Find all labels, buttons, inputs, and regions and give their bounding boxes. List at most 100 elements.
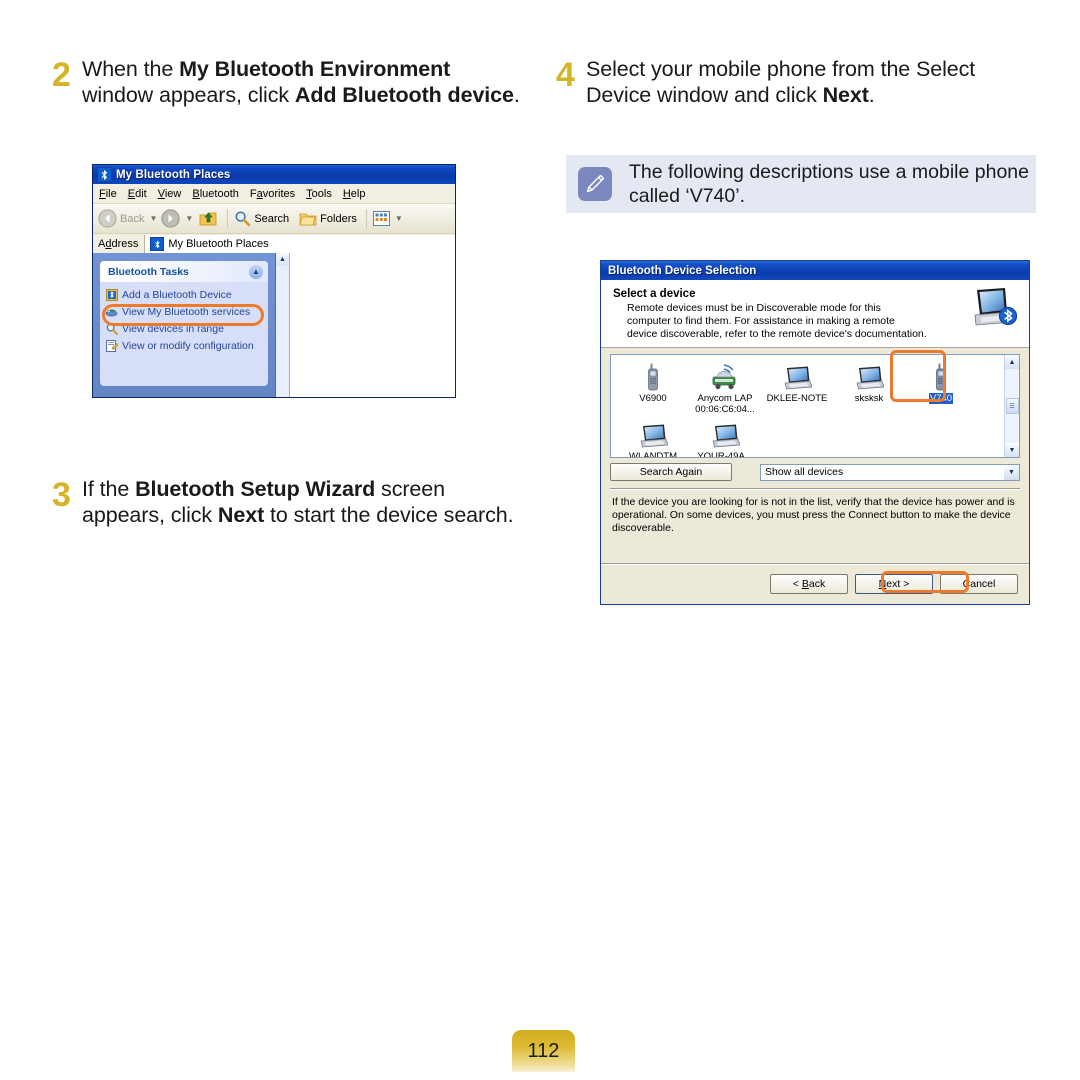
divider — [610, 488, 1020, 489]
task-add-bluetooth-device[interactable]: Add a Bluetooth Device — [105, 286, 268, 303]
configure-icon — [105, 339, 118, 352]
phone-icon — [905, 361, 977, 391]
task-view-or-modify-configuration[interactable]: View or modify configuration — [105, 337, 268, 354]
next-button[interactable]: Next > — [855, 574, 933, 594]
back-dropdown-icon[interactable]: ▼ — [149, 214, 157, 223]
address-label: Address — [98, 238, 139, 250]
toolbar-separator-2 — [365, 209, 367, 228]
device-grid: V6900 Anycom LAP 00:06:C6:04... DKLEE-NO… — [611, 355, 1004, 457]
step-4-text: Select your mobile phone from the Select… — [586, 57, 976, 107]
menu-item-view[interactable]: View — [158, 188, 182, 200]
window-titlebar: My Bluetooth Places — [93, 165, 455, 184]
device-label: WLANDTM — [628, 451, 678, 457]
dialog-body: V6900 Anycom LAP 00:06:C6:04... DKLEE-NO… — [601, 348, 1029, 535]
pencil-icon — [578, 167, 612, 201]
note-text: The following descriptions use a mobile … — [629, 161, 1029, 207]
cancel-button-label: Cancel — [962, 578, 996, 590]
scroll-up-icon[interactable]: ▲ — [276, 253, 289, 266]
bluetooth-add-icon — [105, 288, 118, 301]
device-label: V740 — [928, 393, 954, 404]
page-number-tab: 112 — [512, 1030, 575, 1072]
scroll-down-icon[interactable]: ▼ — [1005, 443, 1019, 457]
access-point-icon — [689, 361, 761, 391]
views-dropdown-icon[interactable]: ▼ — [395, 214, 403, 223]
step-3-text: If the Bluetooth Setup Wizard screen app… — [82, 477, 514, 527]
dialog-heading: Select a device — [613, 288, 696, 300]
bluetooth-tasks-list: Add a Bluetooth Device View My Bluetooth… — [100, 282, 268, 354]
services-icon — [105, 305, 118, 318]
up-button[interactable] — [197, 210, 218, 228]
folders-button[interactable]: Folders — [299, 211, 357, 227]
task-view-my-bluetooth-services[interactable]: View My Bluetooth services — [105, 303, 268, 320]
phone-icon — [617, 361, 689, 391]
menu-item-bluetooth[interactable]: Bluetooth — [192, 188, 239, 200]
dialog-description: Remote devices must be in Discoverable m… — [627, 302, 927, 340]
menu-item-tools[interactable]: Tools — [306, 188, 332, 200]
chevron-down-icon[interactable]: ▼ — [1004, 464, 1019, 480]
search-button-label: Search — [254, 212, 290, 225]
search-again-button[interactable]: Search Again — [610, 463, 732, 481]
scrollbar-thumb[interactable]: ☰ — [1005, 398, 1019, 414]
menu-item-help[interactable]: Help — [343, 188, 366, 200]
note-callout: The following descriptions use a mobile … — [566, 155, 1036, 213]
menu-item-edit[interactable]: Edit — [128, 188, 147, 200]
explorer-bar: Bluetooth Tasks ▲ Add a Bluetooth Device — [93, 253, 275, 397]
explorer-bar-scrollbar[interactable]: ▲ — [275, 253, 289, 397]
toolbar-separator — [227, 209, 229, 228]
step-4-number: 4 — [556, 56, 575, 94]
device-filter-combo[interactable]: Show all devices ▼ — [760, 463, 1020, 481]
menubar: File Edit View Bluetooth Favorites Tools… — [93, 184, 455, 204]
device-label: YOUR-49A... — [697, 451, 753, 457]
bluetooth-device-selection-dialog: Bluetooth Device Selection Select a devi… — [600, 260, 1030, 605]
toolbar: Back ▼ ▼ Search Folders ▼ — [93, 204, 455, 234]
device-item-dklee-note[interactable]: DKLEE-NOTE — [761, 361, 833, 415]
device-item-wlandtm[interactable]: WLANDTM — [617, 419, 689, 457]
list-controls-row: Search Again Show all devices ▼ — [610, 463, 1020, 481]
search-again-label: Search Again — [639, 466, 703, 478]
bluetooth-tasks-header: Bluetooth Tasks ▲ — [100, 261, 268, 282]
step-3-instruction: 3 If the Bluetooth Setup Wizard screen a… — [52, 476, 532, 528]
content-pane — [289, 253, 455, 397]
scroll-up-icon[interactable]: ▲ — [1005, 355, 1019, 369]
device-item-v740[interactable]: V740 — [905, 361, 977, 415]
address-bar: Address My Bluetooth Places — [93, 234, 455, 255]
device-item-your-49a[interactable]: YOUR-49A... — [689, 419, 761, 457]
bluetooth-icon — [97, 167, 112, 182]
step-3-number: 3 — [52, 476, 71, 514]
device-label: sksksk — [854, 393, 884, 404]
task-view-devices-in-range[interactable]: View devices in range — [105, 320, 268, 337]
views-button[interactable] — [372, 211, 390, 226]
address-input[interactable]: My Bluetooth Places — [144, 234, 455, 254]
menu-item-file[interactable]: File — [99, 188, 117, 200]
computer-bluetooth-icon — [971, 286, 1018, 328]
task-label: View or modify configuration — [122, 339, 254, 352]
step-4-instruction: 4 Select your mobile phone from the Sele… — [556, 56, 1036, 108]
my-bluetooth-places-window: My Bluetooth Places File Edit View Bluet… — [92, 164, 456, 398]
back-button[interactable]: Back — [98, 209, 144, 228]
forward-button[interactable] — [161, 209, 180, 228]
cancel-button[interactable]: Cancel — [940, 574, 1018, 594]
device-list[interactable]: V6900 Anycom LAP 00:06:C6:04... DKLEE-NO… — [610, 354, 1020, 458]
device-item-v6900[interactable]: V6900 — [617, 361, 689, 415]
device-item-sksksk[interactable]: sksksk — [833, 361, 905, 415]
magnifier-icon — [105, 322, 118, 335]
back-button[interactable]: < Back — [770, 574, 848, 594]
task-label: View My Bluetooth services — [122, 305, 251, 318]
device-item-anycom-lap[interactable]: Anycom LAP 00:06:C6:04... — [689, 361, 761, 415]
dialog-footer: < Back Next > Cancel — [601, 563, 1029, 604]
chevron-up-icon[interactable]: ▲ — [249, 264, 263, 279]
menu-item-favorites[interactable]: Favorites — [250, 188, 295, 200]
task-label: View devices in range — [122, 322, 224, 335]
device-list-scrollbar[interactable]: ▲ ☰ ▼ — [1004, 355, 1019, 457]
bluetooth-tasks-panel: Bluetooth Tasks ▲ Add a Bluetooth Device — [100, 261, 268, 386]
device-filter-value: Show all devices — [765, 466, 844, 478]
laptop-icon — [833, 361, 905, 391]
step-2-instruction: 2 When the My Bluetooth Environment wind… — [52, 56, 522, 108]
device-label: DKLEE-NOTE — [766, 393, 828, 404]
search-button[interactable]: Search — [234, 210, 289, 227]
forward-dropdown-icon[interactable]: ▼ — [185, 214, 193, 223]
dialog-header: Select a device Remote devices must be i… — [601, 280, 1029, 348]
window-body: Bluetooth Tasks ▲ Add a Bluetooth Device — [93, 253, 455, 397]
device-label: V6900 — [639, 393, 667, 404]
bluetooth-tasks-title: Bluetooth Tasks — [108, 265, 189, 278]
